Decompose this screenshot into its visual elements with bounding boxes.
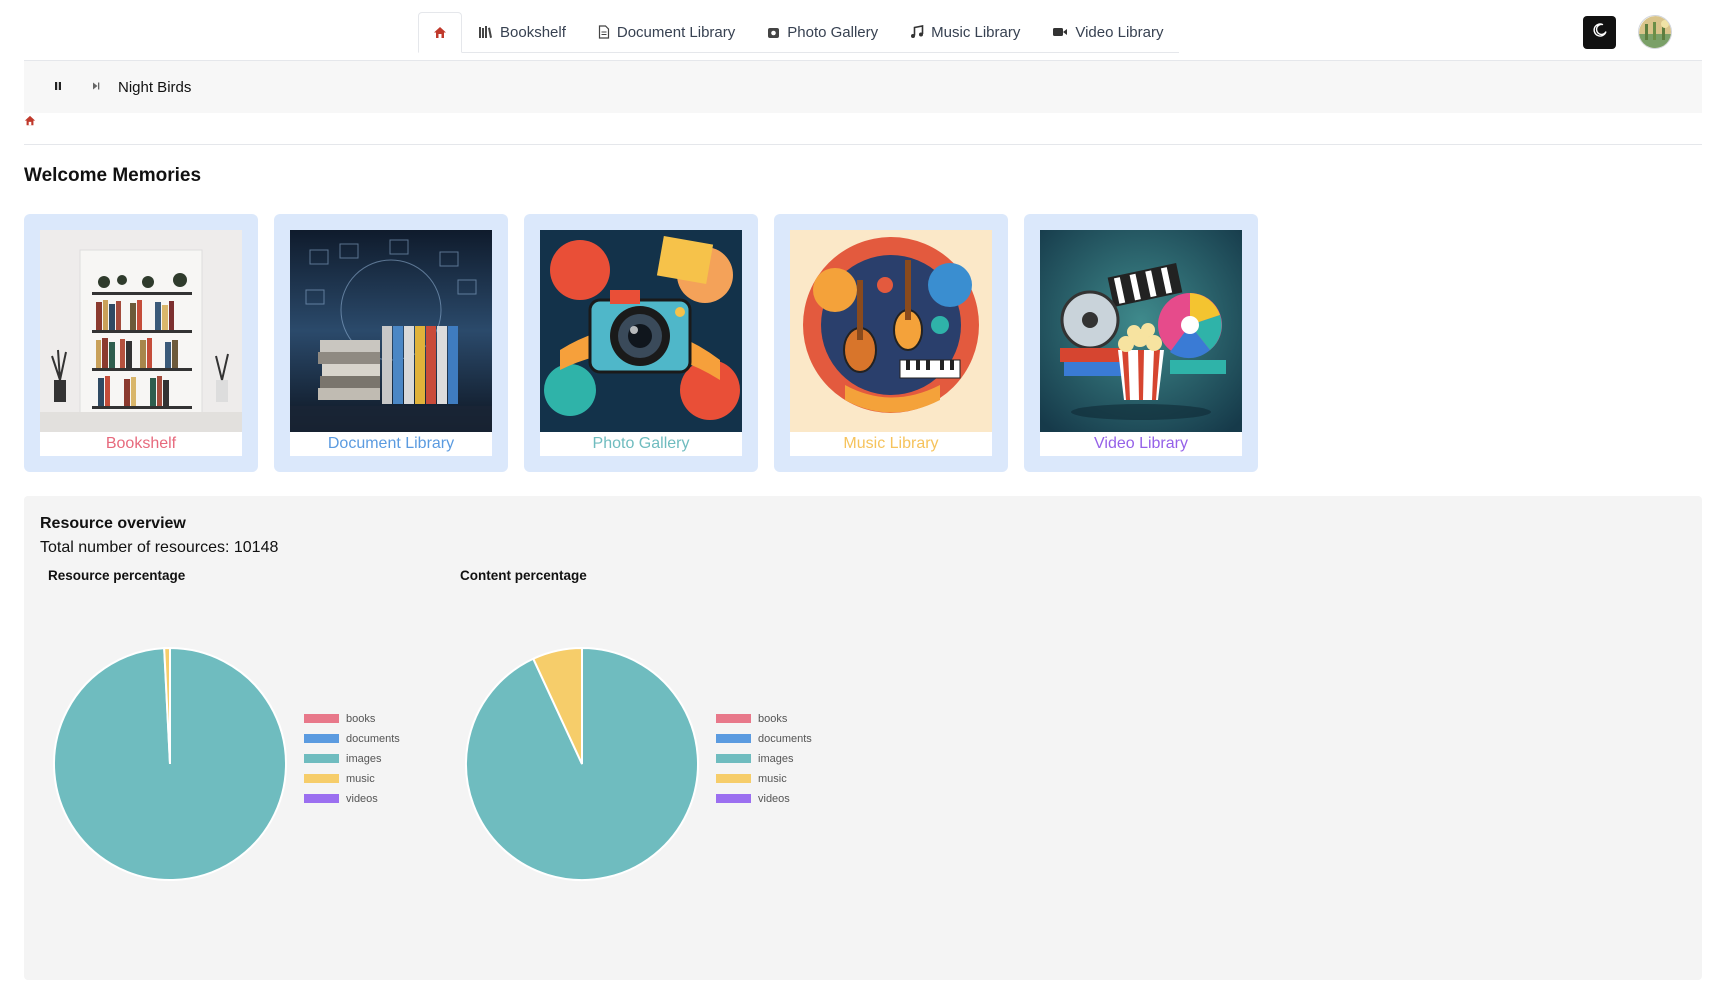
content-percentage-chart: books documents images music videos Content …	[452, 568, 852, 968]
tab-photo-gallery[interactable]: Photo Gallery	[751, 12, 894, 52]
photo-icon	[767, 26, 780, 39]
legend-swatch-music	[716, 774, 751, 783]
legend-label-images: images	[346, 753, 382, 765]
card-label: Music Library	[790, 432, 992, 456]
resource-overview: Resource overview Total number of resour…	[24, 496, 1702, 980]
video-library-image	[1040, 230, 1242, 432]
card-music-library[interactable]: Music Library	[774, 214, 1008, 472]
music-library-image	[790, 230, 992, 432]
document-icon	[598, 25, 610, 39]
user-avatar[interactable]	[1638, 15, 1672, 49]
home-icon	[433, 26, 447, 40]
legend-swatch-documents	[716, 734, 751, 743]
library-cards: Bookshelf Document Library Photo Gallery…	[24, 214, 1258, 472]
tab-label: Document Library	[616, 23, 736, 41]
photo-gallery-image	[540, 230, 742, 432]
legend-label-music: music	[758, 773, 787, 785]
card-document-library[interactable]: Document Library	[274, 214, 508, 472]
document-library-image	[290, 230, 492, 432]
tab-label: Video Library	[1075, 23, 1164, 41]
card-label: Photo Gallery	[540, 432, 742, 456]
tab-label: Bookshelf	[500, 23, 566, 41]
chart-title: Content percentage	[460, 568, 587, 583]
legend-swatch-music	[304, 774, 339, 783]
tab-home[interactable]	[418, 12, 462, 53]
card-label: Document Library	[290, 432, 492, 456]
legend-swatch-images	[304, 754, 339, 763]
theme-toggle-button[interactable]	[1583, 16, 1616, 49]
legend-label-videos: videos	[758, 793, 790, 805]
legend-label-documents: documents	[346, 733, 400, 745]
legend-swatch-documents	[304, 734, 339, 743]
card-bookshelf[interactable]: Bookshelf	[24, 214, 258, 472]
music-note-icon	[910, 25, 924, 39]
card-photo-gallery[interactable]: Photo Gallery	[524, 214, 758, 472]
tab-document-library[interactable]: Document Library	[582, 12, 751, 52]
legend-label-videos: videos	[346, 793, 378, 805]
tab-label: Music Library	[931, 23, 1021, 41]
legend-swatch-books	[304, 714, 339, 723]
tab-music-library[interactable]: Music Library	[894, 12, 1036, 52]
tab-label: Photo Gallery	[787, 23, 879, 41]
books-icon	[478, 25, 493, 39]
bookshelf-image	[40, 230, 242, 432]
legend-label-books: books	[346, 713, 376, 725]
track-title: Night Birds	[118, 78, 192, 96]
breadcrumb	[24, 114, 36, 132]
legend-swatch-videos	[716, 794, 751, 803]
pie-svg: books documents images music videos	[53, 646, 400, 881]
pause-button[interactable]	[44, 73, 72, 101]
overview-title: Resource overview	[40, 515, 186, 532]
legend-swatch-images	[716, 754, 751, 763]
card-video-library[interactable]: Video Library	[1024, 214, 1258, 472]
chart-title: Resource percentage	[48, 568, 186, 583]
legend-label-books: books	[758, 713, 788, 725]
legend-swatch-videos	[304, 794, 339, 803]
skip-next-icon	[91, 78, 101, 96]
legend-label-documents: documents	[758, 733, 812, 745]
legend-swatch-books	[716, 714, 751, 723]
legend-label-images: images	[758, 753, 794, 765]
next-track-button[interactable]	[82, 73, 110, 101]
video-camera-icon	[1052, 26, 1068, 38]
card-label: Video Library	[1040, 432, 1242, 456]
card-label: Bookshelf	[40, 432, 242, 456]
main-nav: Bookshelf Document Library Photo Gallery…	[418, 12, 1180, 53]
pause-icon	[53, 78, 63, 96]
pie-svg: books documents images music videos	[465, 646, 812, 881]
resource-percentage-chart: books documents images music videos Resource…	[40, 568, 440, 968]
music-player: Night Birds	[24, 61, 1702, 113]
total-resources: Total number of resources: 10148	[40, 539, 279, 556]
tab-bookshelf[interactable]: Bookshelf	[462, 12, 582, 52]
page-title: Welcome Memories	[24, 165, 202, 186]
tab-video-library[interactable]: Video Library	[1036, 12, 1179, 52]
moon-icon	[1592, 22, 1608, 43]
home-icon[interactable]	[24, 114, 36, 131]
divider	[24, 144, 1702, 145]
legend-label-music: music	[346, 773, 375, 785]
